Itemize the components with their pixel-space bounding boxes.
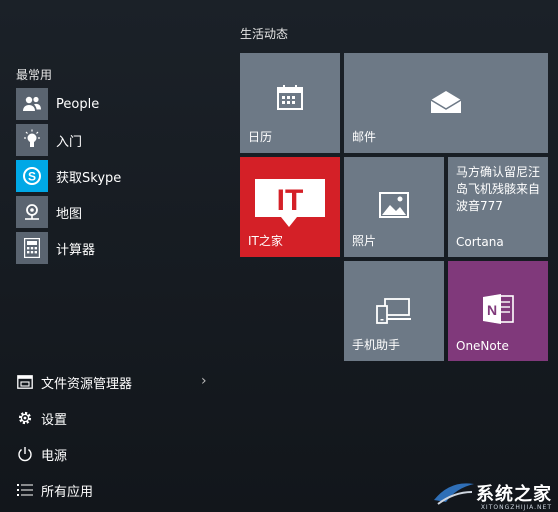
lightbulb-icon <box>16 124 48 156</box>
file-explorer-icon <box>16 373 34 391</box>
app-people-label: People <box>56 96 100 112</box>
ithome-logo: IT <box>251 177 329 229</box>
phone-companion-tile[interactable]: 手机助手 <box>344 261 444 361</box>
calendar-icon <box>276 83 304 111</box>
power-item[interactable]: 电源 <box>16 442 67 466</box>
calendar-tile[interactable]: 日历 <box>240 53 340 153</box>
settings-label: 设置 <box>41 412 68 428</box>
app-maps-label: 地图 <box>56 206 83 222</box>
onenote-tile[interactable]: N OneNote <box>448 261 548 361</box>
all-apps-label: 所有应用 <box>41 484 94 500</box>
mail-icon <box>430 89 462 115</box>
watermark-text: 系统之家 <box>476 484 552 505</box>
app-calculator-label: 计算器 <box>56 242 96 258</box>
app-get-skype[interactable]: S 获取Skype <box>16 160 121 192</box>
all-apps-item[interactable]: 所有应用 <box>16 478 93 502</box>
mail-tile[interactable]: 邮件 <box>344 53 548 153</box>
settings-item[interactable]: 设置 <box>16 406 67 430</box>
app-people[interactable]: People <box>16 88 99 120</box>
svg-text:IT: IT <box>277 184 304 217</box>
power-label: 电源 <box>41 448 68 464</box>
app-get-started[interactable]: 入门 <box>16 124 82 156</box>
watermark-logo-icon <box>434 483 474 505</box>
svg-text:S: S <box>28 170 36 184</box>
onenote-icon: N <box>481 292 515 326</box>
mail-tile-label: 邮件 <box>352 130 377 144</box>
cortana-news-headline: 马方确认留尼汪岛飞机残骸来自波音777 <box>456 165 541 213</box>
file-explorer-label: 文件资源管理器 <box>41 376 133 392</box>
app-maps[interactable]: 地图 <box>16 196 82 228</box>
photos-icon <box>379 191 409 219</box>
ithome-tile-label: IT之家 <box>248 234 283 248</box>
people-icon <box>16 88 48 120</box>
app-get-started-label: 入门 <box>56 134 83 150</box>
chevron-right-icon[interactable]: › <box>201 373 207 389</box>
ithome-tile[interactable]: IT IT之家 <box>240 157 340 257</box>
cortana-tile[interactable]: 马方确认留尼汪岛飞机残骸来自波音777 Cortana <box>448 157 548 257</box>
tile-group-heading: 生活动态 <box>240 27 289 41</box>
site-watermark: 系统之家 XITONGZHIJIA.NET <box>432 478 552 511</box>
phone-companion-icon <box>376 297 412 325</box>
photos-tile[interactable]: 照片 <box>344 157 444 257</box>
calculator-icon <box>16 232 48 264</box>
phone-companion-tile-label: 手机助手 <box>352 338 401 352</box>
app-get-skype-label: 获取Skype <box>56 170 122 186</box>
file-explorer-item[interactable]: 文件资源管理器 <box>16 370 132 394</box>
onenote-tile-label: OneNote <box>456 339 509 353</box>
app-calculator[interactable]: 计算器 <box>16 232 95 264</box>
maps-icon <box>16 196 48 228</box>
frequent-heading: 最常用 <box>16 68 53 82</box>
watermark-subtext: XITONGZHIJIA.NET <box>480 504 552 511</box>
settings-gear-icon <box>16 409 34 427</box>
svg-text:N: N <box>487 302 497 318</box>
photos-tile-label: 照片 <box>352 234 377 248</box>
power-icon <box>16 445 34 463</box>
cortana-tile-label: Cortana <box>456 235 504 249</box>
calendar-tile-label: 日历 <box>248 130 273 144</box>
all-apps-icon <box>16 481 34 499</box>
skype-icon: S <box>16 160 48 192</box>
